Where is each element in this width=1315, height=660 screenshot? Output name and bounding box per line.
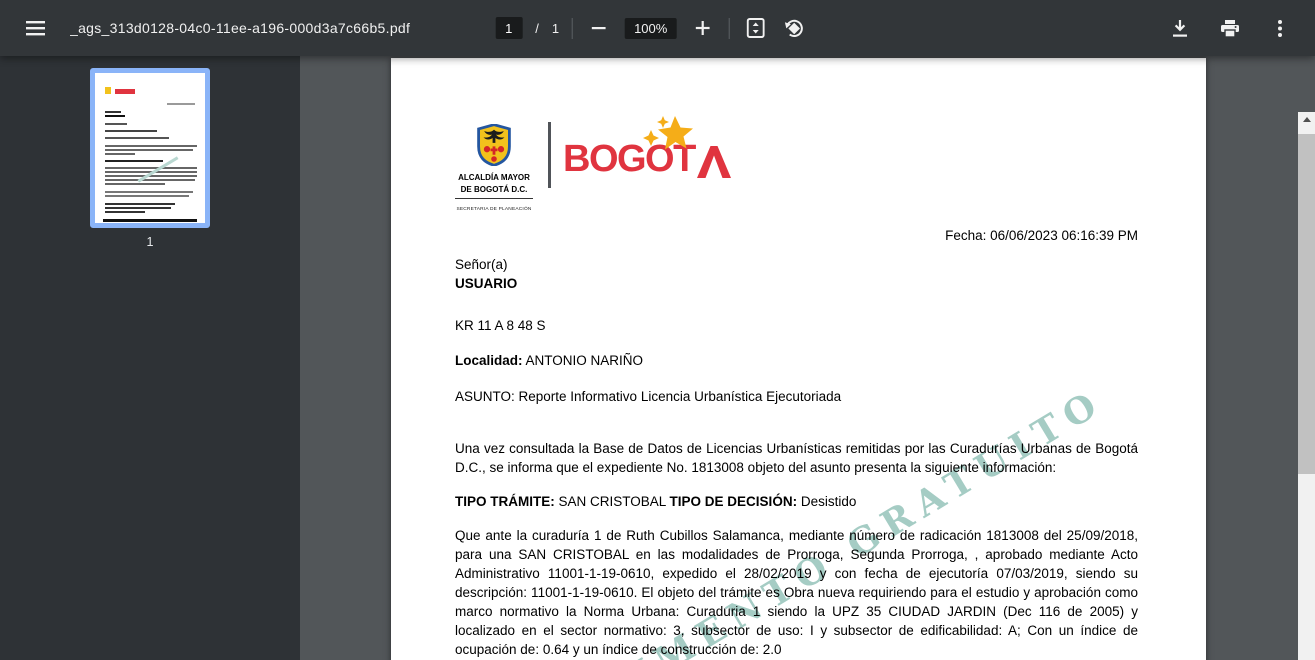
download-icon[interactable] — [1167, 15, 1193, 41]
pdf-page: DOCUMENTO GRATUITO ALCALDÍA MAYOR DE BOG… — [391, 58, 1206, 660]
thumbnail-content-line — [105, 149, 193, 151]
thumbnail-content-line — [105, 207, 171, 209]
thumbnail-content-line — [115, 89, 135, 94]
thumbnail-content-line — [105, 167, 197, 169]
tipo-tramite-label: TIPO TRÁMITE: — [455, 494, 555, 509]
alcaldia-crest: ALCALDÍA MAYOR DE BOGOTÁ D.C. SECRETARIA… — [451, 123, 537, 220]
letterhead: ALCALDÍA MAYOR DE BOGOTÁ D.C. SECRETARIA… — [455, 116, 1138, 212]
thumbnail-content-line — [105, 203, 175, 205]
date-line: Fecha: 06/06/2023 06:16:39 PM — [945, 228, 1138, 243]
tipo-line: TIPO TRÁMITE: SAN CRISTOBAL TIPO DE DECI… — [455, 492, 1138, 511]
bogota-stars-icon — [643, 116, 693, 150]
thumbnail-content-line — [105, 179, 195, 181]
recipient-address: KR 11 A 8 48 S — [455, 318, 546, 333]
pdf-viewer-canvas[interactable]: DOCUMENTO GRATUITO ALCALDÍA MAYOR DE BOG… — [300, 56, 1315, 660]
fit-page-icon[interactable] — [742, 15, 768, 41]
vertical-scrollbar[interactable] — [1298, 112, 1315, 660]
scrollbar-thumb[interactable] — [1298, 134, 1315, 474]
salutation: Señor(a) — [455, 257, 508, 272]
thumbnail-content-line — [105, 123, 127, 125]
thumbnail-content-line — [105, 160, 163, 162]
thumbnail-content-line — [105, 130, 157, 132]
pdf-toolbar: _ags_313d0128-04c0-11ee-a196-000d3a7c66b… — [0, 0, 1315, 56]
thumbnail-content-line — [105, 145, 197, 147]
document-title: _ags_313d0128-04c0-11ee-a196-000d3a7c66b… — [70, 20, 411, 36]
scroll-up-icon[interactable] — [1298, 112, 1315, 126]
thumbnail-content-line — [105, 137, 169, 139]
locality-label: Localidad: — [455, 353, 523, 368]
subject-line: ASUNTO: Reporte Informativo Licencia Urb… — [455, 389, 842, 404]
thumbnail-content-line — [105, 191, 193, 193]
alcaldia-secretaria: SECRETARIA DE PLANEACIÓN — [455, 197, 533, 220]
thumbnail-content-line — [105, 153, 135, 155]
tipo-decision-label: TIPO DE DECISIÓN: — [669, 494, 798, 509]
thumbnail-content-line — [123, 224, 177, 226]
zoom-in-icon[interactable] — [689, 15, 715, 41]
bogota-caret-icon — [696, 146, 731, 178]
rotate-icon[interactable] — [781, 15, 807, 41]
bogota-logo: BOGOT — [563, 116, 731, 178]
tipo-decision-value: Desistido — [797, 494, 857, 509]
thumbnail-content-line — [167, 103, 195, 105]
zoom-out-icon[interactable] — [586, 15, 612, 41]
thumbnail-content-line — [105, 183, 165, 185]
print-icon[interactable] — [1217, 15, 1243, 41]
thumbnail-page-number: 1 — [146, 235, 154, 249]
body-paragraph: Que ante la curaduría 1 de Ruth Cubillos… — [455, 528, 1138, 657]
intro-paragraph: Una vez consultada la Base de Datos de L… — [455, 441, 1138, 475]
toolbar-divider — [572, 17, 574, 39]
locality-line: Localidad: ANTONIO NARIÑO — [455, 351, 1138, 370]
thumbnail-content-line — [105, 87, 111, 94]
locality-value: ANTONIO NARIÑO — [522, 353, 644, 368]
recipient-name: USUARIO — [455, 276, 518, 291]
thumbnail-content-line — [105, 111, 121, 113]
page-number-input[interactable] — [495, 17, 523, 39]
thumbnail-sidebar: 1 — [0, 56, 300, 660]
thumbnail-content-line — [105, 195, 189, 197]
thumbnail-content-line — [103, 219, 197, 222]
alcaldia-name-line1: ALCALDÍA MAYOR — [458, 173, 530, 182]
page-separator: / — [535, 20, 539, 36]
page-thumbnail[interactable] — [90, 68, 210, 228]
alcaldia-name-line2: DE BOGOTÁ D.C. — [460, 185, 528, 195]
toolbar-divider — [728, 17, 730, 39]
more-vert-icon[interactable] — [1267, 15, 1293, 41]
menu-icon[interactable] — [22, 15, 48, 41]
page-total: 1 — [551, 20, 560, 36]
thumbnail-content-line — [105, 115, 125, 117]
logo-divider — [548, 122, 551, 188]
thumbnail-content-line — [105, 211, 145, 213]
bogota-coat-of-arms-icon — [477, 123, 511, 167]
zoom-level[interactable]: 100% — [625, 17, 677, 39]
tipo-tramite-value: SAN CRISTOBAL — [554, 494, 670, 509]
